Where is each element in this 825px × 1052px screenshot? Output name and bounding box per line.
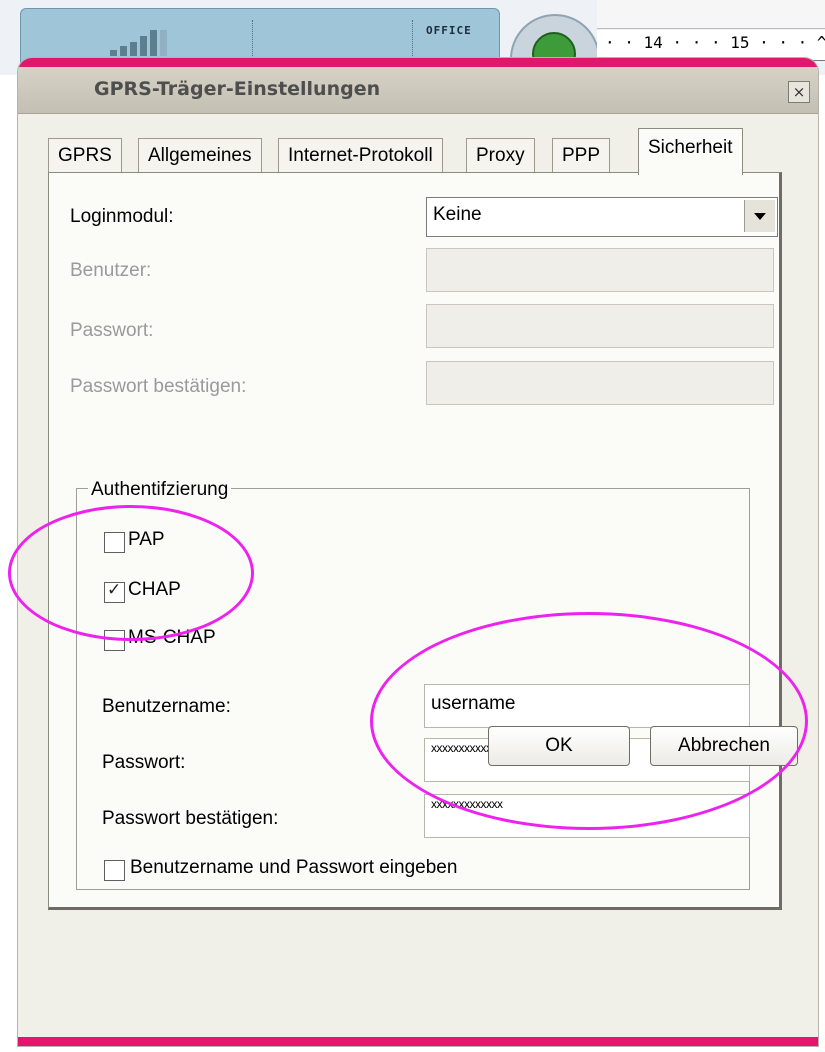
login-module-select[interactable]: Keine [426, 197, 778, 237]
annotation-ellipse-credentials [370, 612, 808, 830]
close-button[interactable]: × [788, 81, 810, 103]
dialog-titlebar[interactable]: GPRS-Träger-Einstellungen × [18, 67, 818, 114]
confirm-password-field[interactable] [426, 361, 774, 405]
panel-divider [252, 20, 254, 60]
auth-confirm-password-label: Passwort bestätigen: [102, 808, 279, 829]
user-field[interactable] [426, 248, 774, 292]
login-module-value: Keine [433, 204, 482, 225]
office-label: OFFICE [426, 24, 472, 37]
annotation-ellipse-chap [8, 505, 254, 641]
password-label: Passwort: [70, 320, 154, 341]
username-label: Benutzername: [102, 696, 231, 717]
ruler-text: · · 14 · · · 15 · · · ^ · [605, 33, 825, 52]
close-icon: × [792, 83, 806, 101]
auth-password-label: Passwort: [102, 752, 186, 773]
panel-divider [412, 20, 414, 60]
confirm-password-label: Passwort bestätigen: [70, 376, 247, 397]
tab-internet-protokoll[interactable]: Internet-Protokoll [278, 138, 443, 173]
login-module-label: Loginmodul: [70, 206, 174, 227]
authentication-group-title: Authentifzierung [88, 479, 232, 501]
user-label: Benutzer: [70, 260, 152, 281]
ruler: · · 14 · · · 15 · · · ^ · [597, 30, 825, 61]
dialog-accent-bottom [18, 1037, 818, 1046]
enter-credentials-checkbox[interactable] [104, 860, 125, 881]
background-toolbar [597, 0, 825, 29]
tab-sicherheit[interactable]: Sicherheit [638, 128, 743, 175]
tab-ppp[interactable]: PPP [552, 138, 611, 173]
password-field[interactable] [426, 304, 774, 348]
tab-gprs[interactable]: GPRS [48, 138, 122, 173]
tab-allgemeines[interactable]: Allgemeines [138, 138, 262, 173]
dialog-title: GPRS-Träger-Einstellungen [94, 78, 381, 100]
chevron-down-icon[interactable] [744, 200, 775, 232]
dialog-accent-top [18, 58, 818, 67]
enter-credentials-label: Benutzername und Passwort eingeben [130, 857, 458, 878]
tab-proxy[interactable]: Proxy [466, 138, 535, 173]
